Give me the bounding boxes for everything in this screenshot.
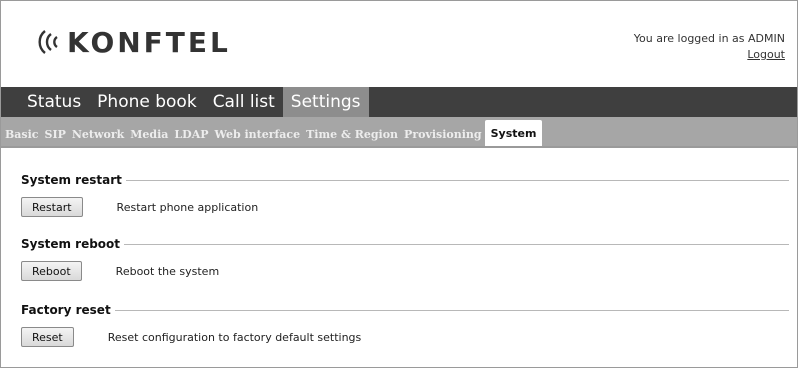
tab-settings[interactable]: Settings [282,87,369,117]
sound-waves-icon [38,30,58,54]
tab-call-list[interactable]: Call list [205,87,283,117]
header: KONFTEL You are logged in as ADMIN Logou… [1,1,797,87]
tab-status[interactable]: Status [19,87,89,117]
section-title: System reboot [21,237,121,251]
reboot-button[interactable]: Reboot [21,261,82,281]
subtab-network[interactable]: Network [69,122,127,146]
logo-text: KONFTEL [67,25,231,59]
subtab-sip[interactable]: SIP [42,122,69,146]
konftel-logo: KONFTEL [31,25,231,59]
section-system-restart: System restart Restart Restart phone app… [21,172,789,218]
subtab-ldap[interactable]: LDAP [171,122,211,146]
restart-button[interactable]: Restart [21,197,83,217]
subtab-web-interface[interactable]: Web interface [212,122,304,146]
reset-button[interactable]: Reset [21,327,74,347]
divider [125,179,789,181]
divider [124,243,789,245]
subtab-media[interactable]: Media [127,122,171,146]
login-status: You are logged in as ADMIN [633,32,785,45]
subtab-system[interactable]: System [484,120,543,146]
section-title: System restart [21,173,122,187]
login-info: You are logged in as ADMIN Logout [634,31,785,63]
subtab-time-region[interactable]: Time & Region [303,122,401,146]
subnav-divider [1,146,797,148]
logout-link[interactable]: Logout [634,47,785,63]
settings-sub-nav: Basic SIP Network Media LDAP Web interfa… [1,117,797,146]
subtab-basic[interactable]: Basic [2,122,42,146]
app-window: KONFTEL You are logged in as ADMIN Logou… [0,0,798,368]
divider [114,309,789,311]
restart-description: Restart phone application [116,200,259,214]
section-system-reboot: System reboot Reboot Reboot the system [21,236,789,282]
reset-description: Reset configuration to factory default s… [107,330,362,344]
tab-phone-book[interactable]: Phone book [89,87,205,117]
subtab-provisioning[interactable]: Provisioning [401,122,485,146]
section-title: Factory reset [21,303,111,317]
reboot-description: Reboot the system [115,264,220,278]
main-nav: Status Phone book Call list Settings [1,87,797,117]
section-factory-reset: Factory reset Reset Reset configuration … [21,302,789,348]
